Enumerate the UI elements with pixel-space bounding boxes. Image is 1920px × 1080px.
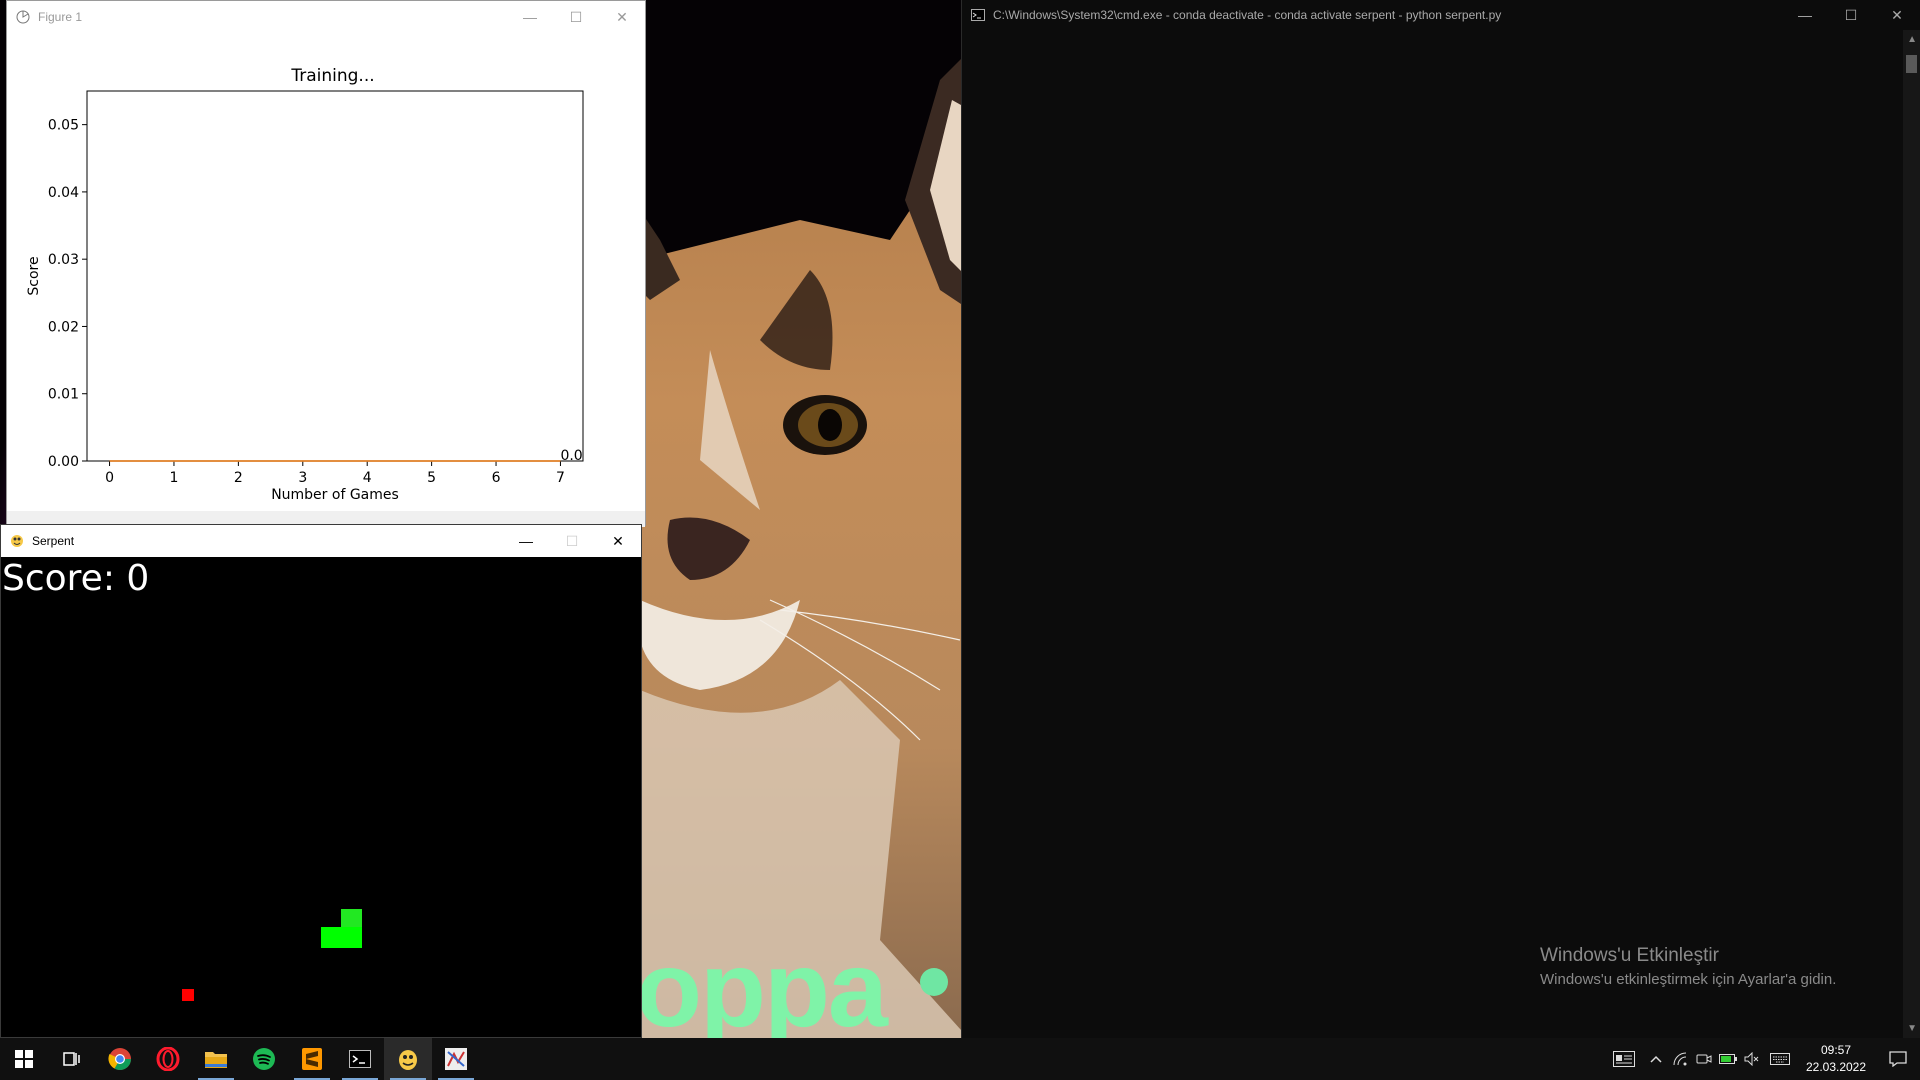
serpent-window: Serpent — ☐ ✕ Score: 0: [0, 524, 642, 1038]
y-axis-label: Score: [26, 256, 42, 295]
x-tick-label: 0: [105, 470, 114, 486]
console-output[interactable]: [962, 30, 1903, 1038]
maximize-button[interactable]: ☐: [553, 1, 599, 33]
y-tick-label: 0.04: [48, 185, 79, 201]
system-tray: 09:57 22.03.2022: [1604, 1038, 1920, 1080]
battery-icon[interactable]: [1716, 1038, 1740, 1080]
clock[interactable]: 09:57 22.03.2022: [1796, 1042, 1876, 1076]
scroll-down-arrow-icon[interactable]: ▼: [1907, 1023, 1917, 1034]
volume-muted-icon[interactable]: [1740, 1038, 1764, 1080]
x-tick-label: 5: [427, 470, 436, 486]
game-canvas[interactable]: Score: 0: [1, 557, 641, 1037]
scrollbar[interactable]: [1903, 30, 1920, 1038]
y-tick-label: 0.03: [48, 252, 79, 268]
notification-icon[interactable]: [1876, 1038, 1920, 1080]
scrollbar-thumb[interactable]: [1906, 55, 1917, 73]
python-icon[interactable]: [384, 1038, 432, 1080]
figure-window: Figure 1 — ☐ ✕ Training... 01234567 0.00…: [6, 0, 646, 527]
news-widget-icon[interactable]: [1604, 1038, 1644, 1080]
x-tick-label: 3: [298, 470, 307, 486]
x-tick-label: 7: [556, 470, 565, 486]
close-button[interactable]: ✕: [1874, 0, 1920, 31]
y-tick-label: 0.00: [48, 454, 79, 470]
x-axis: 0 1 2 3 4 5 6 7: [105, 461, 565, 486]
window-title: C:\Windows\System32\cmd.exe - conda deac…: [993, 8, 1502, 22]
minimize-button[interactable]: —: [507, 1, 553, 33]
spotify-icon[interactable]: [240, 1038, 288, 1080]
food-item: [182, 989, 194, 1001]
close-button[interactable]: ✕: [595, 525, 641, 557]
meet-now-icon[interactable]: [1692, 1038, 1716, 1080]
figure-titlebar[interactable]: Figure 1 — ☐ ✕: [7, 1, 645, 33]
clock-date: 22.03.2022: [1805, 1060, 1867, 1074]
wallpaper-text: oppa: [636, 928, 888, 1039]
y-axis: 0.00 0.01 0.02 0.03 0.04 0.05: [48, 118, 87, 470]
windows-activation-watermark: Windows'u Etkinleştir Windows'u etkinleş…: [1540, 945, 1836, 988]
desktop: oppa Figure 1 — ☐ ✕ Training... 0 1 2 3 4 5 6 7…: [0, 0, 1920, 1080]
activation-subtitle: Windows'u etkinleştirmek için Ayarlar'a …: [1540, 971, 1837, 988]
scroll-up-arrow-icon[interactable]: ▲: [1907, 34, 1917, 45]
chrome-icon[interactable]: [96, 1038, 144, 1080]
wallpaper-dot: [920, 968, 948, 996]
x-tick-label: 6: [492, 470, 501, 486]
keyboard-icon[interactable]: [1764, 1038, 1796, 1080]
python-icon: [9, 533, 25, 549]
sublime-text-icon[interactable]: [288, 1038, 336, 1080]
cmd-window: C:\Windows\System32\cmd.exe - conda deac…: [961, 0, 1920, 1038]
minimize-button[interactable]: —: [1782, 0, 1828, 31]
caracal-image: [640, 50, 970, 1038]
cmd-icon: [970, 7, 986, 23]
maximize-button[interactable]: ☐: [549, 525, 595, 557]
training-chart: Training... 01234567 0.000.010.020.030.0…: [26, 66, 584, 503]
x-axis-label: Number of Games: [271, 487, 399, 503]
close-button[interactable]: ✕: [599, 1, 645, 33]
terminal-icon[interactable]: [336, 1038, 384, 1080]
y-tick-label: 0.02: [48, 319, 79, 335]
window-title: Figure 1: [38, 10, 83, 24]
chevron-up-icon[interactable]: [1644, 1038, 1668, 1080]
snake-segment: [341, 927, 362, 948]
x-tick-label: 1: [170, 470, 179, 486]
last-value-annotation: 0.0: [560, 448, 582, 464]
file-explorer-icon[interactable]: [192, 1038, 240, 1080]
cmd-titlebar[interactable]: C:\Windows\System32\cmd.exe - conda deac…: [962, 0, 1920, 30]
window-title: Serpent: [32, 534, 75, 548]
start-icon[interactable]: [0, 1038, 48, 1080]
chart-title: Training...: [290, 66, 374, 86]
figure-app-icon[interactable]: [432, 1038, 480, 1080]
clock-time: 09:57: [1820, 1043, 1852, 1057]
serpent-titlebar[interactable]: Serpent — ☐ ✕: [1, 525, 641, 557]
opera-icon[interactable]: [144, 1038, 192, 1080]
taskbar: 09:57 22.03.2022: [0, 1038, 1920, 1080]
task-view-icon[interactable]: [48, 1038, 96, 1080]
maximize-button[interactable]: ☐: [1828, 0, 1874, 31]
matplotlib-icon: [15, 9, 31, 25]
minimize-button[interactable]: —: [503, 525, 549, 557]
x-tick-label: 2: [234, 470, 243, 486]
x-tick-label: 4: [363, 470, 372, 486]
score-display: Score: 0: [2, 558, 150, 599]
y-tick-label: 0.01: [48, 387, 79, 403]
y-tick-label: 0.05: [48, 118, 79, 134]
snake-segment: [321, 927, 342, 948]
network-icon[interactable]: [1668, 1038, 1692, 1080]
plot-area: [86, 90, 584, 462]
activation-title: Windows'u Etkinleştir: [1540, 945, 1719, 966]
